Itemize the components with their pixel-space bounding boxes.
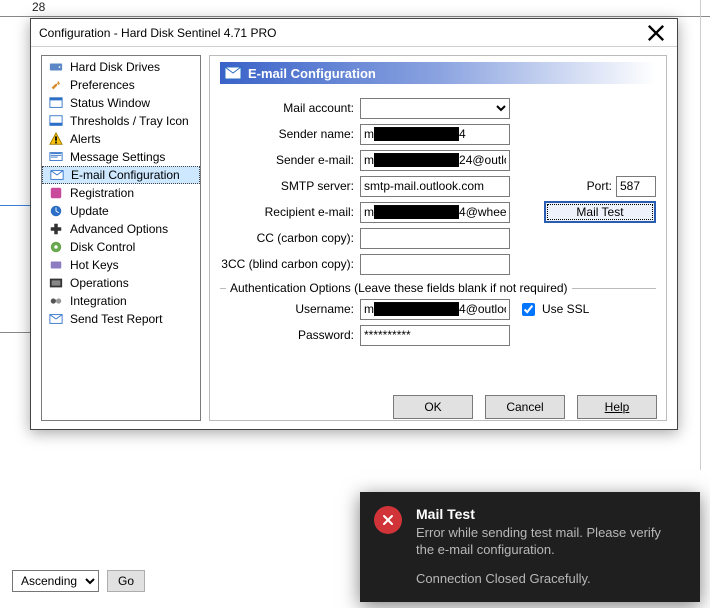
nav-email-configuration[interactable]: E-mail Configuration [42, 166, 200, 184]
nav-operations[interactable]: Operations [42, 274, 200, 292]
toast-footer: Connection Closed Gracefully. [416, 571, 682, 586]
configuration-dialog: Configuration - Hard Disk Sentinel 4.71 … [30, 18, 678, 430]
cc-input[interactable] [360, 228, 510, 249]
nav-status-window[interactable]: Status Window [42, 94, 200, 112]
toast-title: Mail Test [416, 506, 682, 522]
advanced-icon [48, 221, 64, 237]
nav-send-test-report[interactable]: Send Test Report [42, 310, 200, 328]
dialog-title: Configuration - Hard Disk Sentinel 4.71 … [39, 26, 276, 40]
alert-icon [48, 131, 64, 147]
section-title: E-mail Configuration [220, 62, 656, 84]
sender-email-input[interactable] [360, 150, 510, 171]
cancel-button[interactable]: Cancel [485, 395, 565, 419]
mail-account-select[interactable] [360, 98, 510, 119]
registration-icon [48, 185, 64, 201]
username-input[interactable] [360, 299, 510, 320]
nav-disk-control[interactable]: Disk Control [42, 238, 200, 256]
disk-control-icon [48, 239, 64, 255]
smtp-server-label: SMTP server: [220, 179, 360, 193]
nav-update[interactable]: Update [42, 202, 200, 220]
nav-preferences[interactable]: Preferences [42, 76, 200, 94]
auth-legend: Authentication Options (Leave these fiel… [226, 281, 572, 295]
password-label: Password: [220, 328, 360, 342]
background-number: 28 [32, 0, 45, 14]
operations-icon [48, 275, 64, 291]
envelope-icon [224, 64, 242, 82]
port-input[interactable] [616, 176, 656, 197]
go-button[interactable]: Go [107, 570, 145, 592]
email-icon [49, 167, 65, 183]
nav-registration[interactable]: Registration [42, 184, 200, 202]
nav-message-settings[interactable]: Message Settings [42, 148, 200, 166]
window-icon [48, 95, 64, 111]
nav-hot-keys[interactable]: Hot Keys [42, 256, 200, 274]
sort-order-select[interactable]: Ascending [12, 570, 99, 592]
nav-thresholds[interactable]: Thresholds / Tray Icon [42, 112, 200, 130]
integration-icon [48, 293, 64, 309]
hdd-icon [48, 59, 64, 75]
wrench-icon [48, 77, 64, 93]
mail-test-button[interactable]: Mail Test [544, 201, 656, 223]
help-button[interactable]: Help [577, 395, 657, 419]
mail-account-label: Mail account: [220, 101, 360, 115]
tray-icon [48, 113, 64, 129]
bcc-input[interactable] [360, 254, 510, 275]
smtp-server-input[interactable] [360, 176, 510, 197]
recipient-email-label: Recipient e-mail: [220, 205, 360, 219]
cc-label: CC (carbon copy): [220, 231, 360, 245]
use-ssl-checkbox-wrap[interactable]: Use SSL [518, 300, 589, 319]
nav-integration[interactable]: Integration [42, 292, 200, 310]
port-label: Port: [587, 179, 612, 193]
ok-button[interactable]: OK [393, 395, 473, 419]
toast-body: Error while sending test mail. Please ve… [416, 524, 682, 559]
email-config-panel: E-mail Configuration Mail account: Sende… [209, 55, 667, 421]
bcc-label: 3CC (blind carbon copy): [220, 257, 360, 271]
nav-advanced-options[interactable]: Advanced Options [42, 220, 200, 238]
error-icon [374, 506, 402, 534]
username-label: Username: [220, 302, 360, 316]
dialog-titlebar[interactable]: Configuration - Hard Disk Sentinel 4.71 … [31, 19, 677, 47]
close-icon [647, 24, 665, 42]
update-icon [48, 203, 64, 219]
password-input[interactable] [360, 325, 510, 346]
close-button[interactable] [641, 23, 671, 43]
hotkeys-icon [48, 257, 64, 273]
message-icon [48, 149, 64, 165]
use-ssl-label: Use SSL [542, 302, 589, 316]
recipient-email-input[interactable] [360, 202, 510, 223]
config-nav-list[interactable]: Hard Disk Drives Preferences Status Wind… [41, 55, 201, 421]
sender-email-label: Sender e-mail: [220, 153, 360, 167]
nav-hard-disk-drives[interactable]: Hard Disk Drives [42, 58, 200, 76]
mail-test-toast[interactable]: Mail Test Error while sending test mail.… [360, 492, 700, 602]
sender-name-input[interactable] [360, 124, 510, 145]
report-icon [48, 311, 64, 327]
use-ssl-checkbox[interactable] [522, 303, 535, 316]
nav-alerts[interactable]: Alerts [42, 130, 200, 148]
auth-options-fieldset: Authentication Options (Leave these fiel… [220, 288, 656, 349]
sender-name-label: Sender name: [220, 127, 360, 141]
